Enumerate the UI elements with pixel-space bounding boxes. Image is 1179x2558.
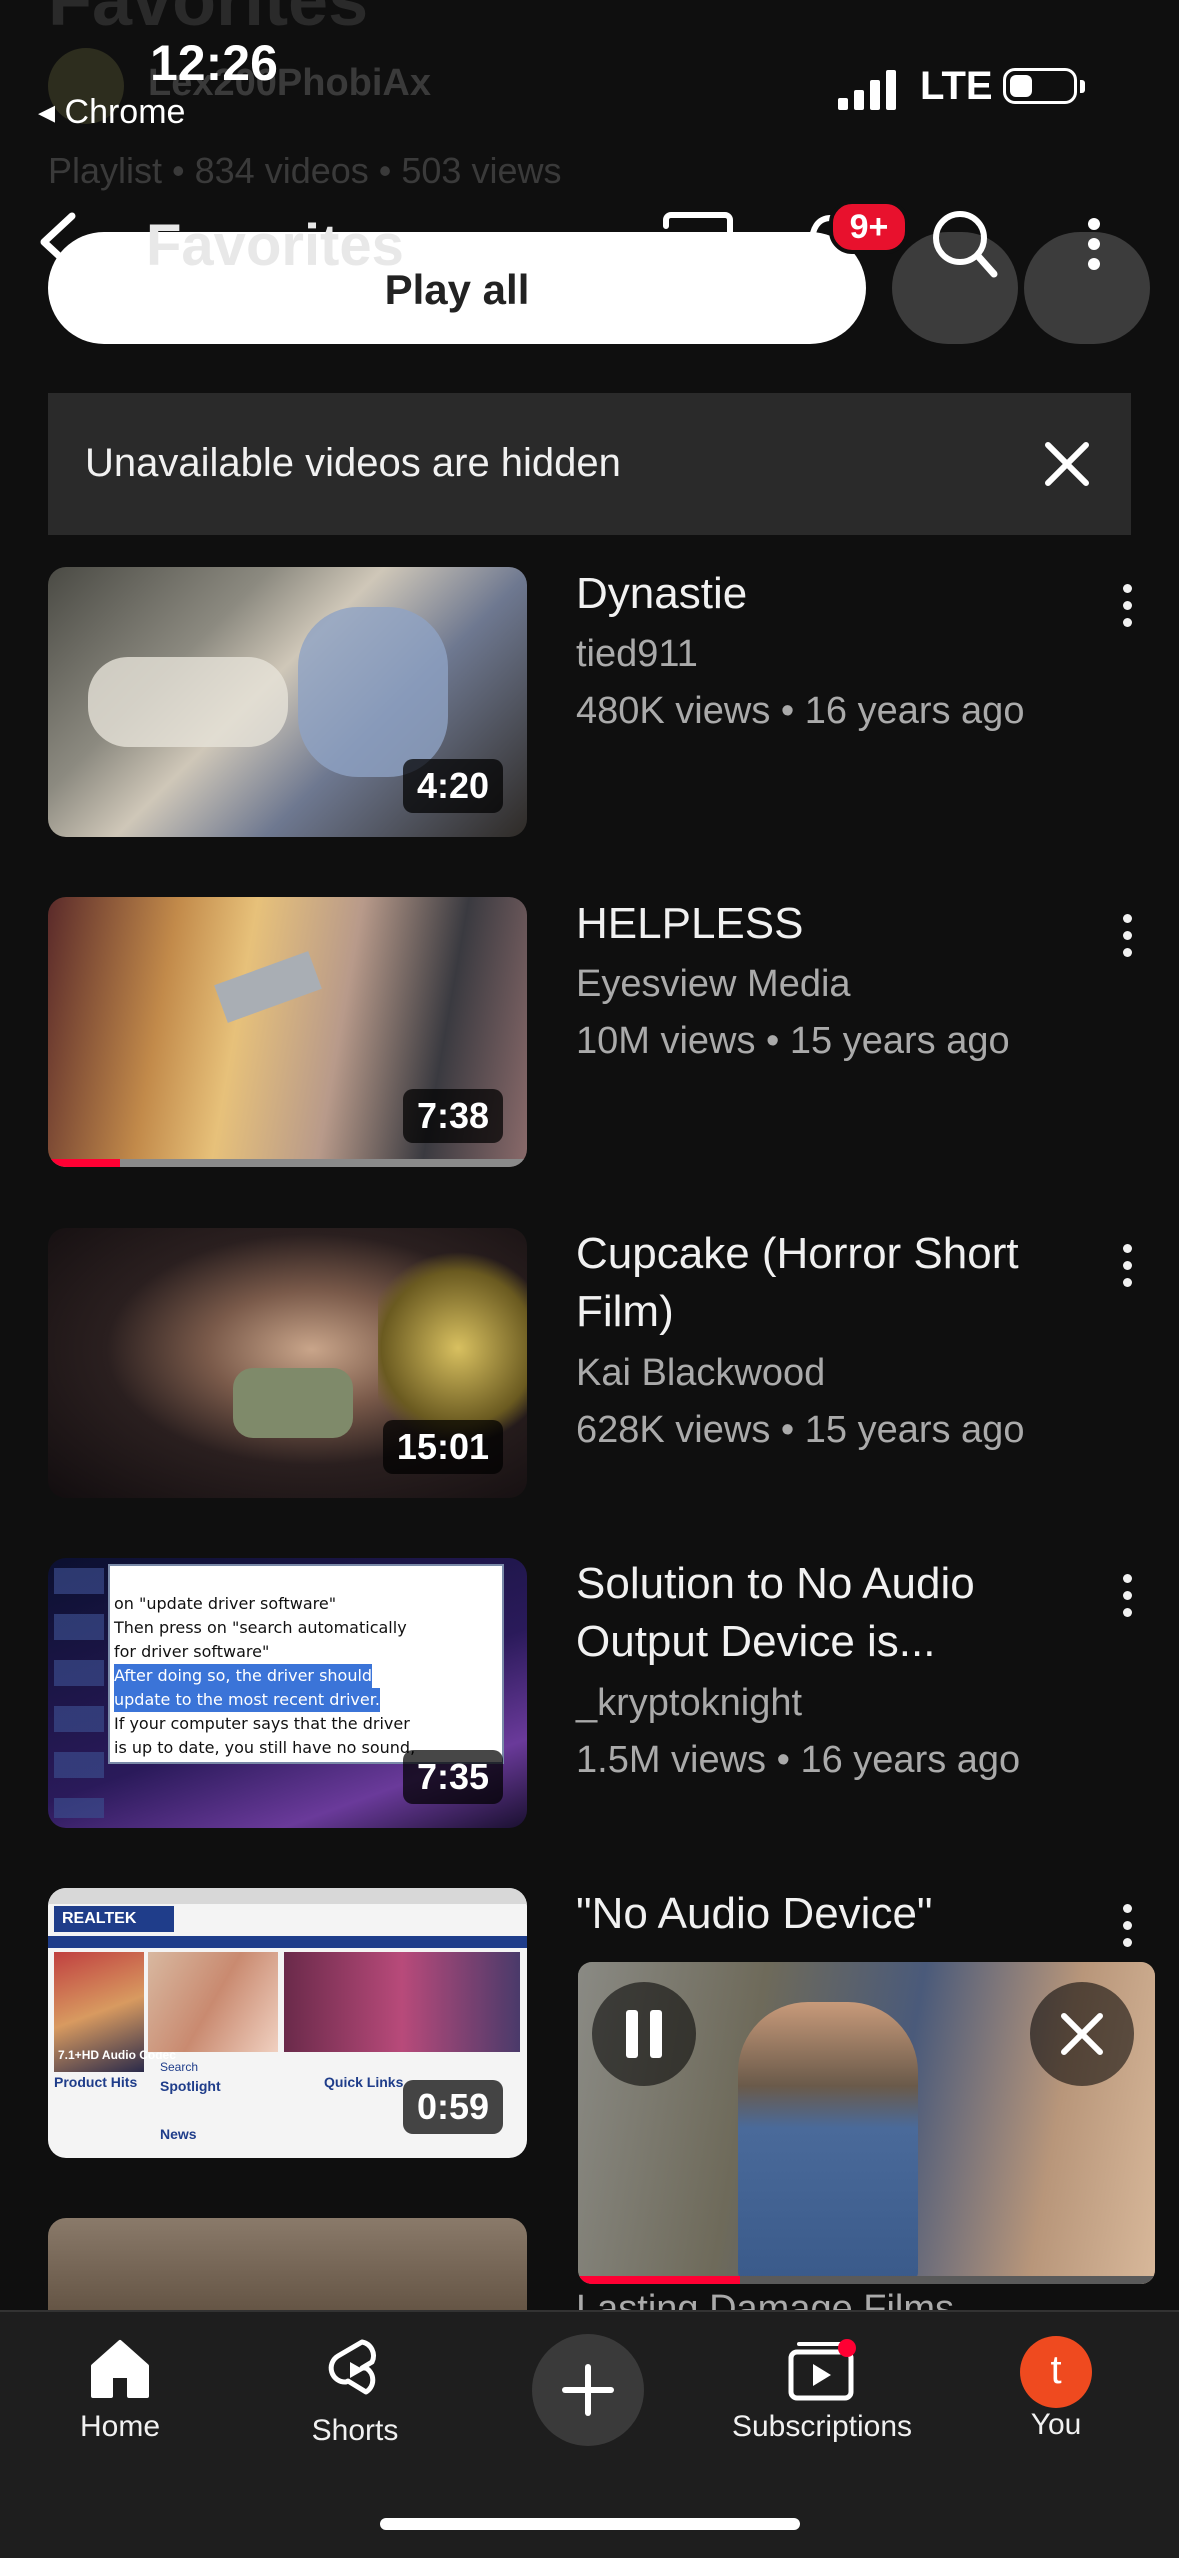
thumbnail-pillow <box>88 657 288 747</box>
back-app-label: Chrome <box>64 93 186 131</box>
video-duration: 7:35 <box>402 1750 503 1804</box>
video-meta: 1.5M views • 16 years ago <box>576 1739 1021 1781</box>
battery-tip <box>1080 80 1085 93</box>
news-label: News <box>160 2126 197 2142</box>
instruction-line: If your computer says that the driver <box>114 1714 410 1733</box>
thumbnail-hair <box>378 1248 527 1448</box>
instruction-line-highlighted: update to the most recent driver. <box>114 1688 380 1712</box>
video-meta: 10M views • 15 years ago <box>576 1020 1010 1062</box>
thumbnail-tape <box>214 951 322 1023</box>
video-thumbnail[interactable]: 15:01 <box>48 1228 527 1498</box>
instruction-line: on "update driver software" <box>114 1594 337 1613</box>
more-options-icon[interactable] <box>1080 214 1108 274</box>
mini-player-progress-fill <box>578 2276 740 2284</box>
instruction-line: for driver software" <box>114 1642 270 1661</box>
avatar: t <box>1020 2336 1092 2408</box>
mini-player-progress[interactable] <box>578 2276 1155 2284</box>
subscriptions-icon <box>788 2339 856 2401</box>
watch-progress-track <box>48 1159 527 1167</box>
video-channel: Eyesview Media <box>576 963 851 1005</box>
banner-image <box>284 1952 520 2052</box>
search-label: Search <box>160 2060 199 2074</box>
home-indicator <box>380 2518 800 2530</box>
notification-badge: 9+ <box>829 200 909 254</box>
video-title[interactable]: Solution to No Audio Output Device is... <box>576 1555 1096 1671</box>
nav-you-label: You <box>1030 2408 1082 2441</box>
thumbnail-figure <box>298 607 448 777</box>
nav-shorts-label: Shorts <box>311 2414 399 2447</box>
instruction-line: Then press on "search automatically <box>114 1618 407 1637</box>
network-label: LTE <box>920 64 993 108</box>
pause-button[interactable] <box>592 1982 696 2086</box>
video-channel: Kai Blackwood <box>576 1352 826 1394</box>
video-channel: _kryptoknight <box>576 1682 803 1724</box>
video-more-icon[interactable] <box>1112 914 1142 957</box>
video-more-icon[interactable] <box>1112 584 1142 627</box>
video-more-icon[interactable] <box>1112 1904 1142 1947</box>
video-thumbnail[interactable]: on "update driver software" Then press o… <box>48 1558 527 1828</box>
nav-shorts[interactable]: Shorts <box>255 2336 455 2448</box>
spotlight-label: Spotlight <box>160 2078 221 2094</box>
video-duration: 7:38 <box>402 1089 503 1143</box>
back-arrow-icon[interactable] <box>36 210 80 274</box>
video-duration: 0:59 <box>402 2080 503 2134</box>
video-more-icon[interactable] <box>1112 1574 1142 1617</box>
video-title[interactable]: Dynastie <box>576 565 1096 623</box>
video-thumbnail[interactable]: 7:38 <box>48 897 527 1167</box>
watch-progress-fill <box>48 1159 120 1167</box>
create-button[interactable] <box>532 2334 644 2446</box>
shorts-icon <box>328 2339 376 2395</box>
close-icon <box>1061 2013 1103 2055</box>
driver-instructions-window: on "update driver software" Then press o… <box>108 1564 504 1764</box>
status-time: 12:26 <box>150 35 278 91</box>
cast-icon[interactable] <box>662 212 734 274</box>
back-to-app[interactable]: ◂ Chrome <box>38 92 185 132</box>
mini-player[interactable] <box>578 1962 1155 2284</box>
battery-icon <box>1003 68 1077 104</box>
quick-links-label: Quick Links <box>324 2074 404 2090</box>
banner-text: Unavailable videos are hidden <box>85 441 621 485</box>
video-thumbnail[interactable]: REALTEK 7.1+HD Audio Codec Product Hits … <box>48 1888 527 2158</box>
plus-icon <box>562 2364 614 2416</box>
unavailable-videos-banner: Unavailable videos are hidden <box>48 393 1131 535</box>
nav-subscriptions-label: Subscriptions <box>731 2410 913 2443</box>
playlist-meta-underlay: Playlist • 834 videos • 503 views <box>48 150 562 191</box>
product-hits-label: Product Hits <box>54 2074 138 2090</box>
realtek-logo: REALTEK <box>54 1906 174 1932</box>
page-title: Favorites <box>146 213 404 278</box>
nav-subscriptions[interactable]: Subscriptions <box>722 2336 922 2444</box>
signal-icon <box>838 70 896 110</box>
search-icon[interactable] <box>930 208 998 280</box>
children-image <box>148 1952 278 2052</box>
mini-player-figure <box>738 2002 918 2282</box>
pause-icon <box>626 2010 662 2058</box>
instruction-line-highlighted: After doing so, the driver should <box>114 1664 373 1688</box>
close-icon[interactable] <box>1042 439 1092 489</box>
desktop-icons <box>54 1568 104 1818</box>
site-nav <box>48 1936 527 1948</box>
video-duration: 15:01 <box>382 1420 503 1474</box>
video-more-icon[interactable] <box>1112 1244 1142 1287</box>
nav-home-label: Home <box>79 2410 161 2443</box>
video-channel: tied911 <box>576 633 698 675</box>
video-title[interactable]: "No Audio Device" <box>576 1885 1096 1943</box>
video-meta: 480K views • 16 years ago <box>576 690 1025 732</box>
home-icon <box>91 2340 149 2398</box>
nav-home[interactable]: Home <box>20 2336 220 2444</box>
video-title[interactable]: HELPLESS <box>576 895 1096 953</box>
browser-bar <box>48 1888 527 1904</box>
video-thumbnail[interactable]: 4:20 <box>48 567 527 837</box>
video-title[interactable]: Cupcake (Horror Short Film) <box>576 1225 1096 1341</box>
thumbnail-tape <box>233 1368 353 1438</box>
nav-you[interactable]: t You <box>956 2336 1156 2442</box>
video-duration: 4:20 <box>402 759 503 813</box>
mini-player-close-button[interactable] <box>1030 1982 1134 2086</box>
video-meta: 628K views • 15 years ago <box>576 1409 1025 1451</box>
